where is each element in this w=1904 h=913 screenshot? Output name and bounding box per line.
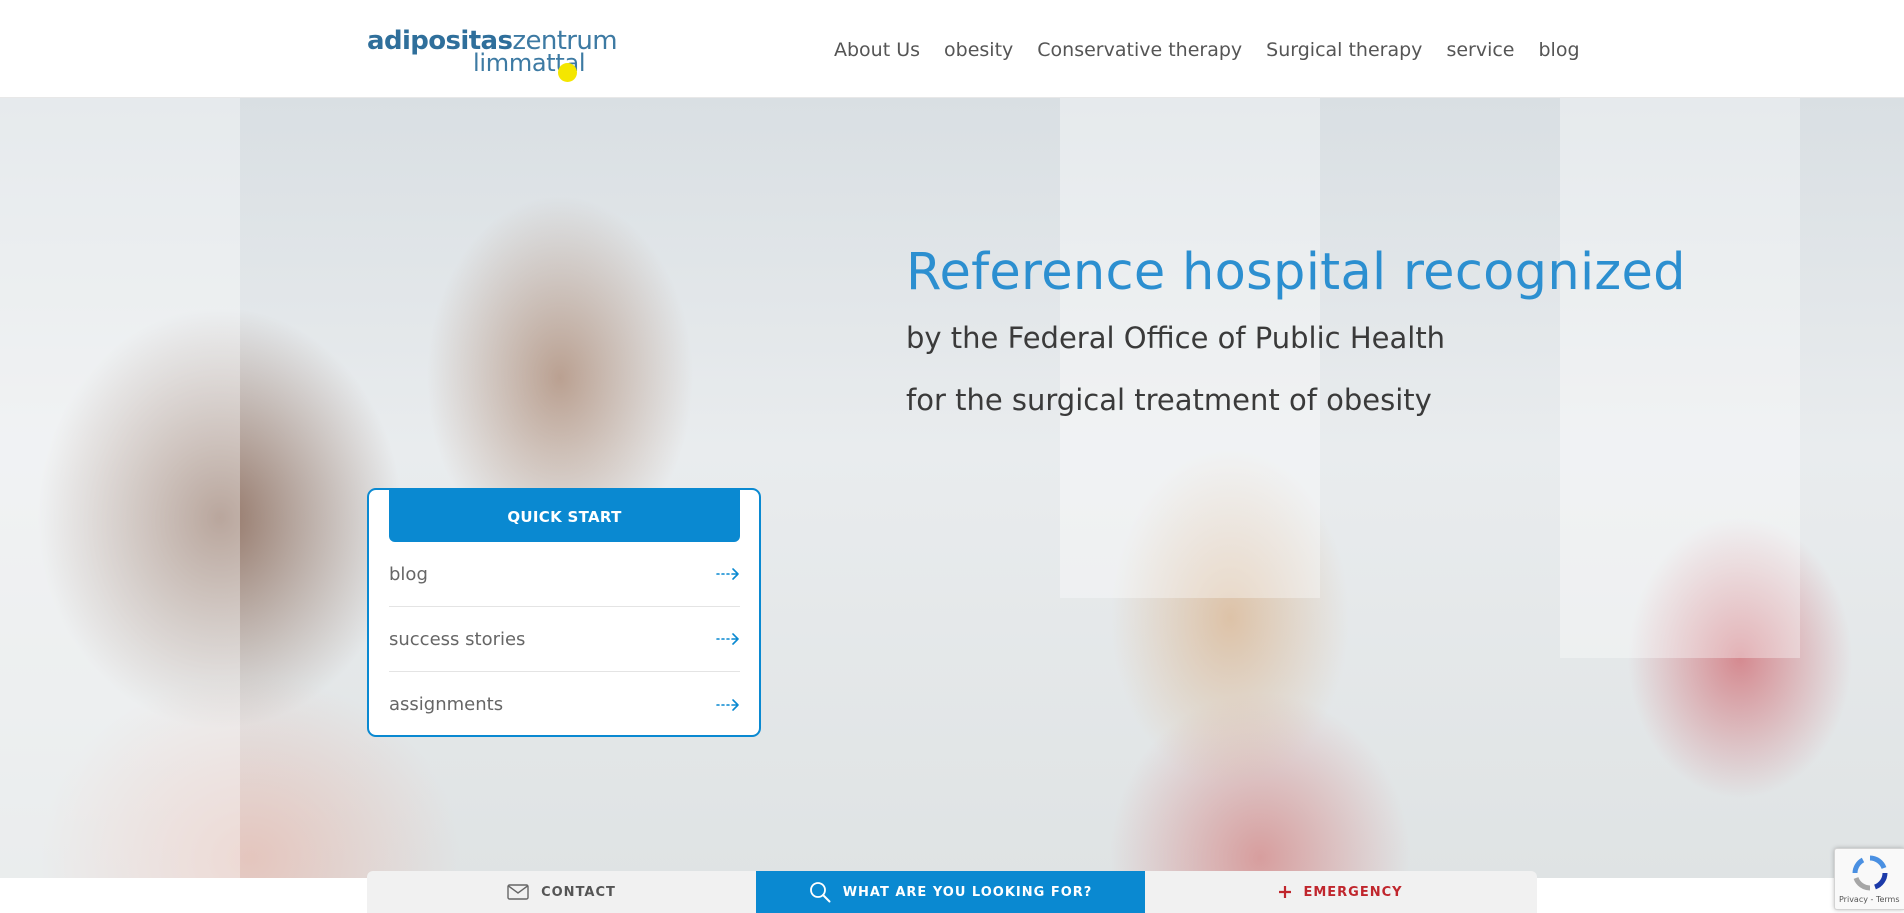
quick-start-item-assignments[interactable]: assignments: [389, 672, 740, 737]
contact-label: CONTACT: [541, 884, 616, 900]
emergency-button[interactable]: EMERGENCY: [1145, 871, 1537, 913]
magnifier-icon: [809, 881, 831, 903]
quick-start-item-label: assignments: [389, 694, 504, 715]
nav-item-surgical-therapy[interactable]: Surgical therapy: [1266, 36, 1422, 64]
dotted-arrow-right-icon: [716, 698, 739, 711]
nav-item-blog[interactable]: blog: [1539, 36, 1580, 64]
search-button[interactable]: WHAT ARE YOU LOOKING FOR?: [756, 871, 1145, 913]
nav-item-conservative-therapy[interactable]: Conservative therapy: [1037, 36, 1242, 64]
main-nav: About Us obesity Conservative therapy Su…: [834, 36, 1580, 64]
plus-icon: [1279, 886, 1292, 898]
dotted-arrow-right-icon: [716, 568, 739, 580]
hero-subtitle-line1: by the Federal Office of Public Health: [906, 321, 1446, 355]
hero-subtitle-line2: for the surgical treatment of obesity: [906, 383, 1432, 417]
logo-dot-icon: [558, 63, 577, 82]
nav-item-service[interactable]: service: [1446, 36, 1514, 64]
quick-start-panel: QUICK START blog success stories assignm…: [367, 488, 761, 737]
quick-start-item-success-stories[interactable]: success stories: [389, 607, 740, 672]
site-logo[interactable]: adipositaszentrum limmattal: [367, 26, 618, 86]
emergency-label: EMERGENCY: [1303, 884, 1403, 900]
nav-item-obesity[interactable]: obesity: [944, 36, 1013, 64]
quick-start-item-blog[interactable]: blog: [389, 542, 740, 607]
recaptcha-badge[interactable]: Privacy - Terms: [1834, 848, 1904, 910]
search-label: WHAT ARE YOU LOOKING FOR?: [842, 884, 1093, 900]
hero-title: Reference hospital recognized: [906, 243, 1686, 302]
nav-item-about-us[interactable]: About Us: [834, 36, 920, 64]
quick-start-item-label: blog: [389, 563, 428, 585]
quick-start-item-label: success stories: [389, 628, 526, 650]
recaptcha-icon: [1852, 855, 1888, 891]
hero-photo-window-left: [0, 98, 240, 878]
quick-start-heading: QUICK START: [389, 488, 740, 542]
envelope-icon: [507, 884, 529, 900]
hero-photo-window-right: [1560, 98, 1800, 658]
site-header: adipositaszentrum limmattal About Us obe…: [0, 0, 1904, 98]
hero-banner: Reference hospital recognized by the Fed…: [0, 98, 1904, 878]
recaptcha-privacy-terms[interactable]: Privacy - Terms: [1839, 895, 1900, 904]
dotted-arrow-right-icon: [716, 633, 739, 645]
bottom-action-bar: CONTACT WHAT ARE YOU LOOKING FOR? EMERGE…: [367, 871, 1537, 913]
contact-button[interactable]: CONTACT: [367, 871, 756, 913]
quick-start-list: blog success stories assignments: [389, 542, 740, 737]
